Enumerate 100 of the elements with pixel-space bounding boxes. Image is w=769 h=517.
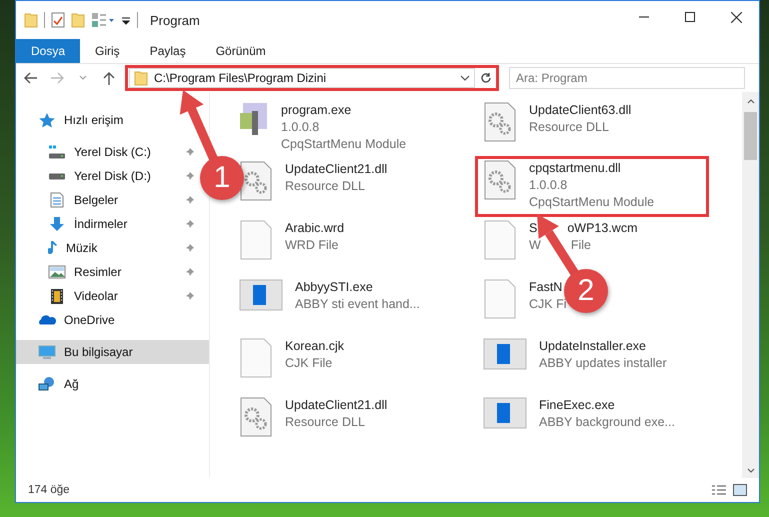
drive-icon (48, 145, 66, 159)
properties-icon[interactable] (51, 12, 65, 28)
file-name: UpdateClient63.dll (529, 102, 632, 119)
item-count: 174 öğe (28, 484, 70, 496)
file-name: FastN (529, 279, 562, 296)
file-name: oWP13.wcm (567, 220, 638, 237)
file-name: AbbyySTI.exe (295, 279, 373, 296)
sidebar-label: Resimler (74, 265, 122, 279)
folder-icon (134, 70, 148, 86)
sidebar-item[interactable]: Müzik (16, 236, 199, 260)
chevron-down-icon (79, 75, 87, 81)
file-detail: CpqStartMenu Module (529, 194, 654, 211)
pin-icon[interactable] (185, 267, 195, 277)
file-detail: 1.0.0.8 (529, 177, 568, 194)
caret-icon[interactable] (121, 15, 131, 25)
pin-icon[interactable] (185, 291, 195, 301)
sidebar-item[interactable]: Resimler (16, 260, 199, 284)
sidebar-label: İndirmeler (74, 217, 128, 231)
sidebar-item[interactable]: OneDrive (16, 308, 209, 332)
file-detail: CpqStartMenu Module (281, 136, 406, 153)
gears-file-icon (483, 160, 517, 200)
application-icon (483, 397, 527, 429)
music-note-icon (48, 240, 58, 256)
refresh-icon (480, 72, 492, 84)
sidebar-label: Belgeler (74, 193, 120, 207)
up-arrow-icon (103, 71, 115, 85)
ribbon-tab[interactable]: Paylaş (134, 39, 201, 63)
sidebar-item[interactable]: Belgeler (16, 188, 199, 212)
details-view-icon[interactable] (711, 484, 727, 496)
pin-icon[interactable] (185, 171, 195, 181)
network-icon (38, 376, 56, 392)
pin-icon[interactable] (185, 195, 195, 205)
gears-file-icon (483, 102, 517, 142)
search-field[interactable]: Ara: Program (509, 67, 745, 89)
star-icon (38, 112, 56, 128)
sidebar-label: Hızlı erişim (64, 113, 124, 127)
pin-icon[interactable] (185, 219, 195, 229)
scrollbar[interactable] (742, 92, 759, 478)
minimize-icon (639, 16, 649, 18)
sidebar-item[interactable]: Yerel Disk (D:) (16, 164, 199, 188)
ribbon-tab[interactable]: Dosya (16, 39, 80, 63)
sidebar-label: Yerel Disk (C:) (74, 145, 152, 159)
application-icon (483, 338, 527, 370)
file-name: FineExec.exe (539, 397, 615, 414)
sidebar-label: Yerel Disk (D:) (74, 169, 152, 183)
chevron-down-icon[interactable] (460, 75, 470, 81)
download-arrow-icon (48, 216, 66, 232)
sidebar-item[interactable]: Videolar (16, 284, 199, 308)
gears-file-icon (239, 397, 273, 437)
file-detail: File (570, 237, 591, 254)
sidebar-item[interactable]: Yerel Disk (C:) (16, 140, 199, 164)
file-detail: W (529, 237, 541, 254)
sidebar-item[interactable]: Hızlı erişim (16, 108, 209, 132)
file-detail: ABBY background exe... (539, 414, 675, 431)
ribbon-tab[interactable]: Görünüm (200, 39, 281, 63)
sidebar-label: Bu bilgisayar (64, 345, 134, 359)
window-title: Program (150, 12, 200, 28)
view-layout-icon[interactable] (91, 12, 115, 28)
back-arrow-icon (24, 72, 38, 84)
file-name: Korean.cjk (285, 338, 344, 355)
file-detail: CJK File (285, 355, 332, 372)
forward-arrow-icon (50, 72, 64, 84)
film-icon (48, 288, 66, 304)
document-icon (48, 192, 66, 208)
file-icon (483, 220, 517, 260)
pin-icon[interactable] (185, 243, 195, 253)
pictures-icon (48, 264, 66, 280)
file-name: Arabic.wrd (285, 220, 344, 237)
close-icon (730, 12, 742, 22)
maximize-icon (685, 12, 695, 22)
file-name: S (529, 220, 538, 237)
gears-file-icon (239, 161, 273, 201)
scrollbar-thumb[interactable] (744, 112, 757, 160)
pin-icon[interactable] (185, 147, 195, 157)
file-detail: CJK Fi (529, 296, 566, 313)
file-name: program.exe (281, 102, 352, 119)
installer-icon (239, 102, 269, 136)
file-name: UpdateInstaller.exe (539, 338, 646, 355)
file-icon (239, 220, 273, 260)
application-icon (239, 279, 283, 311)
folder-icon[interactable] (71, 12, 85, 28)
sidebar-label: Videolar (74, 289, 119, 303)
file-name: UpdateClient21.dll (285, 397, 388, 414)
scroll-down-icon[interactable] (746, 468, 754, 474)
scroll-up-icon[interactable] (746, 98, 754, 104)
file-name: UpdateClient21.dll (285, 161, 388, 178)
file-detail: ABBY updates installer (539, 355, 667, 372)
large-icons-view-icon[interactable] (733, 484, 747, 496)
sidebar-item[interactable]: Ağ (16, 372, 209, 396)
sidebar-item[interactable]: Bu bilgisayar (16, 340, 209, 364)
file-icon (483, 279, 517, 319)
ribbon-tab[interactable]: Giriş (80, 39, 135, 63)
file-detail: ABBY sti event hand... (295, 296, 420, 313)
address-field[interactable]: C:\Program Files\Program Dizini (129, 68, 475, 88)
file-detail: Resource DLL (285, 178, 365, 195)
drive-icon (48, 172, 66, 180)
folder-icon[interactable] (24, 12, 38, 28)
address-path: C:\Program Files\Program Dizini (154, 71, 328, 85)
file-detail: 1.0.0.8 (281, 119, 320, 136)
sidebar-item[interactable]: İndirmeler (16, 212, 199, 236)
